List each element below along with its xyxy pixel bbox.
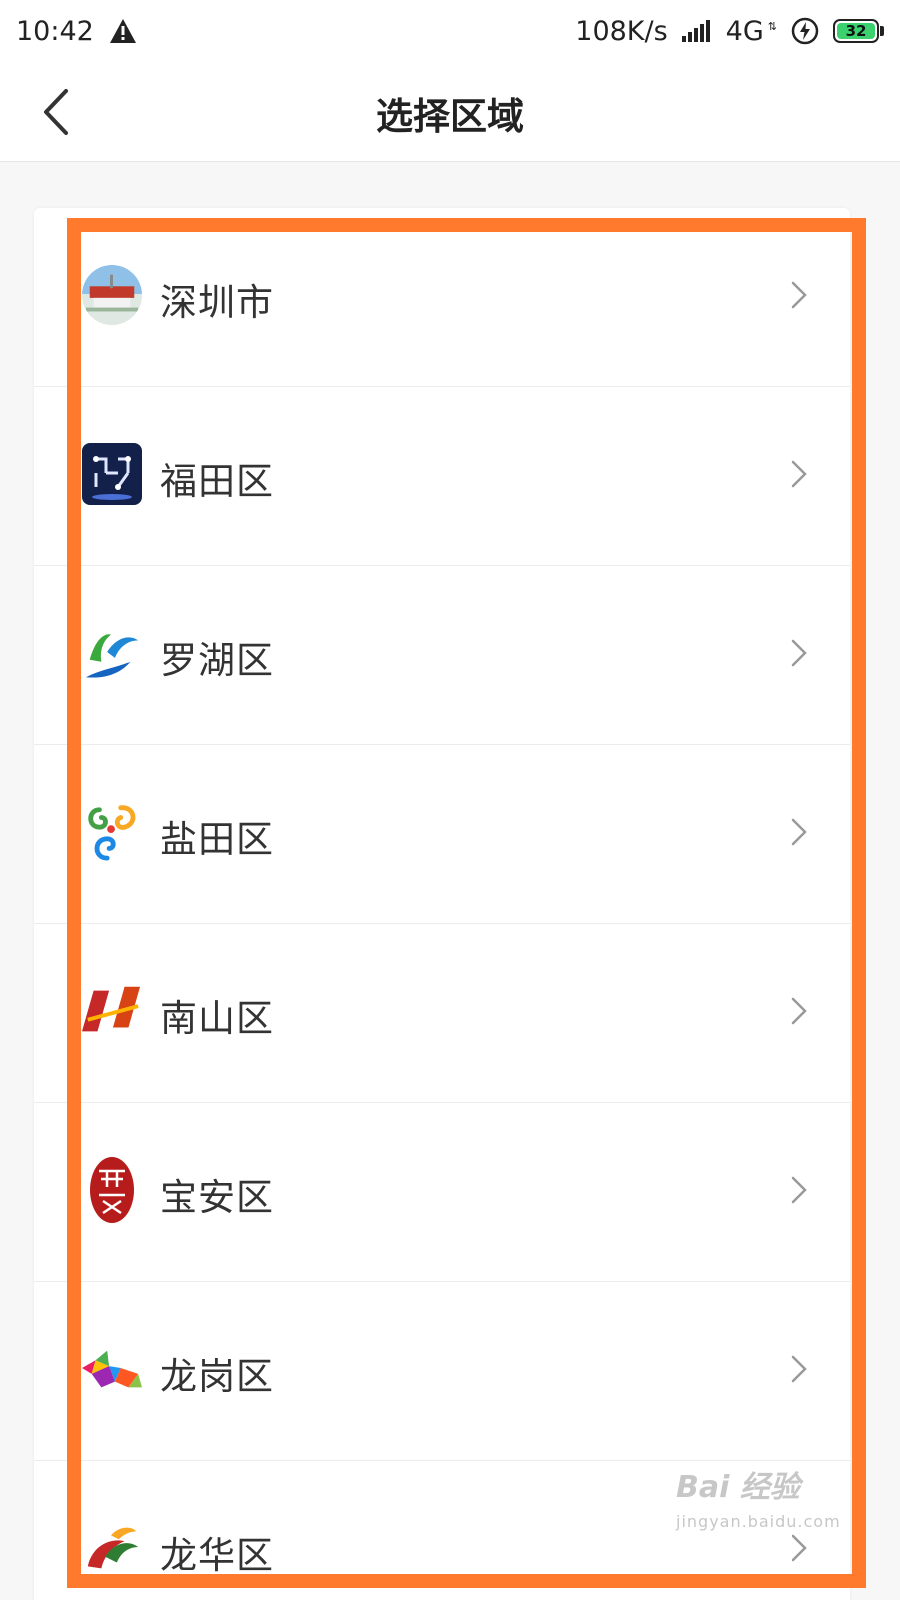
charging-bolt-icon <box>791 17 819 45</box>
chevron-right-icon <box>791 818 807 846</box>
region-name: 罗湖区 <box>160 639 274 682</box>
region-item-luohu[interactable]: 罗湖区 <box>34 566 850 745</box>
watermark-brand: Bai 经验 <box>676 1470 800 1505</box>
battery-body: 32 <box>833 19 879 43</box>
baoan-district-logo <box>82 1155 142 1225</box>
region-item-longgang[interactable]: 龙岗区 <box>34 1282 850 1461</box>
battery-icon: 32 <box>833 19 884 43</box>
region-item-baoan[interactable]: 宝安区 <box>34 1103 850 1282</box>
watermark-url: jingyan.baidu.com <box>676 1512 841 1531</box>
region-name: 龙岗区 <box>160 1355 274 1398</box>
network-speed: 108K/s <box>575 15 668 47</box>
region-item-nanshan[interactable]: 南山区 <box>34 924 850 1103</box>
page-title: 选择区域 <box>376 95 524 138</box>
luohu-district-logo <box>82 618 142 688</box>
longgang-district-logo <box>82 1334 142 1404</box>
chevron-right-icon <box>791 281 807 309</box>
region-item-shenzhen[interactable]: 深圳市 <box>34 208 850 387</box>
region-name: 南山区 <box>160 997 274 1040</box>
futian-district-logo <box>82 439 142 509</box>
status-right: 108K/s 4G ⇅ 32 <box>575 16 884 47</box>
region-list: 深圳市 福田区 罗湖区 盐田区 南山区 宝安区 龙岗区 龙华区 <box>34 208 850 1600</box>
battery-tip <box>880 26 884 36</box>
clock: 10:42 <box>16 15 94 47</box>
watermark: Bai 经验 jingyan.baidu.com <box>676 1462 876 1552</box>
signal-icon <box>681 20 710 42</box>
shenzhen-city-logo <box>82 260 142 330</box>
region-item-futian[interactable]: 福田区 <box>34 387 850 566</box>
longhua-district-logo <box>82 1513 142 1583</box>
region-name: 深圳市 <box>160 281 274 324</box>
warning-icon <box>109 19 136 43</box>
battery-level: 32 <box>837 23 875 39</box>
chevron-right-icon <box>791 1176 807 1204</box>
status-bar: 10:42 108K/s 4G ⇅ 32 <box>0 0 900 62</box>
chevron-right-icon <box>791 460 807 488</box>
region-item-yantian[interactable]: 盐田区 <box>34 745 850 924</box>
nanshan-district-logo <box>82 976 142 1046</box>
chevron-right-icon <box>791 639 807 667</box>
status-left: 10:42 <box>16 16 138 47</box>
region-name: 盐田区 <box>160 818 274 861</box>
region-name: 宝安区 <box>160 1176 274 1219</box>
yantian-district-logo <box>82 797 142 867</box>
data-arrows-icon: ⇅ <box>767 19 777 33</box>
region-name: 龙华区 <box>160 1534 274 1577</box>
nav-bar: 选择区域 <box>0 62 900 162</box>
chevron-right-icon <box>791 1355 807 1383</box>
region-name: 福田区 <box>160 460 274 503</box>
chevron-right-icon <box>791 997 807 1025</box>
network-type: 4G <box>725 15 764 47</box>
